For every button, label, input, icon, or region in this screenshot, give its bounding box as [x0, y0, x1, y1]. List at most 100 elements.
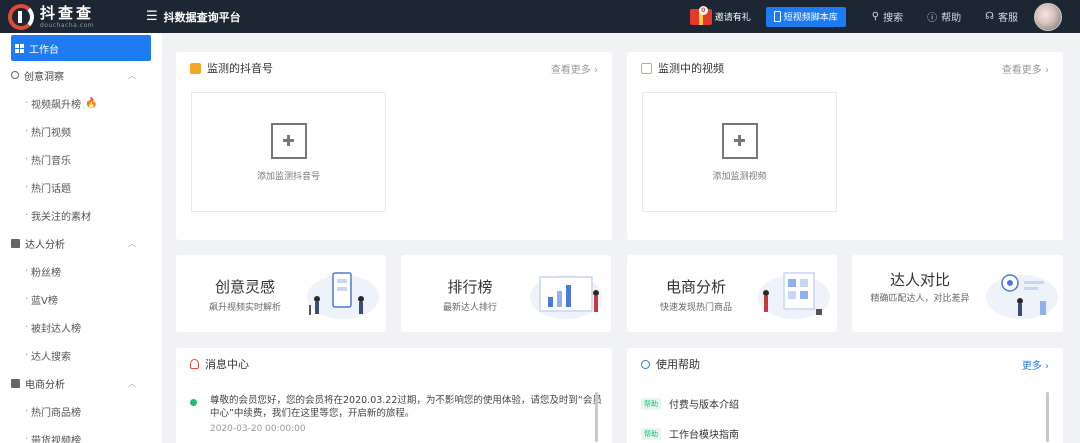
- chevron-right-icon: ›: [1045, 64, 1049, 76]
- sidebar-item-bluev-rank[interactable]: 蓝V榜: [0, 285, 162, 313]
- top-bar: 抖查查 douchacha.com ☰ 抖数据查询平台 0 邀请有礼 短视频脚本…: [0, 0, 1080, 33]
- message-item[interactable]: 尊敬的会员您好，您的会员将在2020.03.22过期，为不影响您的使用体验，请您…: [190, 394, 602, 434]
- feature-desc: 飙升视频实时解析: [208, 303, 281, 313]
- service-link[interactable]: ☊ 客服: [985, 9, 1018, 24]
- sidebar-group-creative[interactable]: 创意洞察 ︿: [0, 61, 162, 89]
- help-icon: ⓘ: [927, 13, 938, 24]
- search-link[interactable]: ⚲ 搜索: [872, 9, 903, 24]
- add-monitor-video-card[interactable]: 添加监测视频: [642, 92, 837, 212]
- feature-desc: 精确匹配达人，对比差异: [870, 294, 970, 304]
- view-more-label: 查看更多: [1001, 64, 1042, 76]
- sidebar-group-ecommerce[interactable]: 电商分析 ︿: [0, 369, 162, 397]
- feature-title: 排行榜: [447, 278, 493, 296]
- sidebar-item-label: 热门视频: [31, 127, 71, 139]
- feature-card-creative[interactable]: 创意灵感 飙升视频实时解析: [176, 255, 386, 332]
- help-item-label: 工作台模块指南: [669, 430, 739, 441]
- panel-title: 监测的抖音号: [207, 62, 273, 75]
- sidebar-item-fans-rank[interactable]: 粉丝榜: [0, 257, 162, 285]
- service-label: 客服: [998, 13, 1018, 24]
- chevron-up-icon: ︿: [128, 238, 136, 248]
- sidebar-item-hot-products[interactable]: 热门商品榜: [0, 397, 162, 425]
- monitor-accounts-panel: 监测的抖音号 查看更多 › 添加监测抖音号: [176, 52, 612, 240]
- panel-title: 监测中的视频: [658, 62, 724, 75]
- fire-icon: 🔥: [85, 97, 98, 109]
- add-monitor-video-label: 添加监测视频: [712, 171, 767, 182]
- sidebar: 工作台 创意洞察 ︿ 视频飙升榜 🔥 热门视频 热门音乐 热门话题 我关注的素材…: [0, 33, 162, 443]
- add-monitor-account-label: 添加监测抖音号: [256, 171, 320, 182]
- help-item-label: 付费与版本介绍: [669, 400, 739, 411]
- logo-icon: [8, 3, 34, 30]
- sidebar-item-label: 视频飙升榜: [31, 99, 81, 111]
- sidebar-item-label: 热门话题: [31, 183, 71, 195]
- message-time: 2020-03-20 00:00:00: [210, 424, 306, 434]
- sidebar-item-video-rising[interactable]: 视频飙升榜 🔥: [0, 89, 162, 117]
- creative-illustration-icon: [307, 272, 379, 319]
- chevron-up-icon: ︿: [128, 378, 136, 388]
- sidebar-item-label: 蓝V榜: [31, 295, 58, 307]
- sidebar-item-banned-rank[interactable]: 被封达人榜: [0, 313, 162, 341]
- video-icon: [641, 62, 652, 74]
- script-library-button[interactable]: 短视频脚本库: [765, 6, 846, 27]
- menu-toggle-icon[interactable]: ☰: [146, 9, 158, 24]
- grid-icon: [15, 43, 24, 53]
- sidebar-item-hot-music[interactable]: 热门音乐: [0, 145, 162, 173]
- sidebar-item-followed-materials[interactable]: 我关注的素材: [0, 201, 162, 229]
- sidebar-item-label: 热门音乐: [31, 155, 71, 167]
- ranking-illustration-icon: [530, 275, 602, 319]
- feature-title: 达人对比: [889, 271, 950, 289]
- feature-card-ecommerce[interactable]: 电商分析 快速发现热门商品: [627, 255, 837, 332]
- unread-dot-icon: [190, 399, 197, 406]
- help-label: 帮助: [941, 13, 962, 24]
- script-library-label: 短视频脚本库: [783, 13, 838, 23]
- help-tag: 帮助: [641, 427, 661, 440]
- sidebar-item-workbench[interactable]: 工作台: [11, 35, 151, 61]
- add-monitor-account-card[interactable]: 添加监测抖音号: [191, 92, 386, 212]
- help-item[interactable]: 帮助 付费与版本介绍: [641, 396, 739, 411]
- feature-card-compare[interactable]: 达人对比 精确匹配达人，对比差异: [852, 255, 1063, 332]
- sidebar-group-label: 电商分析: [25, 379, 65, 391]
- invite-label: 邀请有礼: [714, 13, 751, 23]
- sidebar-group-influencer[interactable]: 达人分析 ︿: [0, 229, 162, 257]
- panel-title: 消息中心: [205, 358, 249, 371]
- stack-icon: [190, 62, 201, 74]
- help-link[interactable]: ⓘ 帮助: [927, 9, 961, 24]
- view-more-label: 查看更多: [550, 64, 591, 76]
- gift-icon: 0: [689, 5, 712, 25]
- sidebar-item-selling-videos[interactable]: 带货视频榜: [0, 425, 162, 443]
- question-icon: [641, 359, 650, 369]
- message-scrollbar[interactable]: [595, 392, 598, 442]
- headset-icon: ☊: [985, 11, 994, 22]
- logo[interactable]: 抖查查 douchacha.com: [0, 3, 150, 30]
- help-scrollbar[interactable]: [1046, 392, 1049, 442]
- plus-icon: [721, 122, 758, 159]
- monitor-videos-panel: 监测中的视频 查看更多 › 添加监测视频: [627, 52, 1063, 240]
- sidebar-item-label: 热门商品榜: [31, 407, 81, 419]
- sidebar-item-label: 我关注的素材: [31, 211, 91, 223]
- message-center-panel: 消息中心 尊敬的会员您好，您的会员将在2020.03.22过期，为不影响您的使用…: [176, 348, 612, 443]
- help-item[interactable]: 帮助 工作台模块指南: [641, 426, 739, 441]
- compass-icon: [11, 71, 19, 79]
- sidebar-item-influencer-search[interactable]: 达人搜索: [0, 341, 162, 369]
- shop-icon: [11, 378, 20, 388]
- help-tag: 帮助: [641, 397, 661, 410]
- avatar[interactable]: [1034, 2, 1062, 31]
- plus-icon: [270, 122, 307, 159]
- search-icon: ⚲: [871, 11, 880, 22]
- chart-icon: [11, 238, 20, 248]
- sidebar-item-hot-videos[interactable]: 热门视频: [0, 117, 162, 145]
- view-more-link[interactable]: 查看更多 ›: [1002, 61, 1049, 76]
- chevron-right-icon: ›: [594, 64, 598, 76]
- help-more-link[interactable]: 更多 ›: [1022, 357, 1049, 372]
- sidebar-item-label: 粉丝榜: [31, 267, 61, 279]
- view-more-link[interactable]: 查看更多 ›: [551, 61, 598, 76]
- panel-title: 使用帮助: [656, 358, 700, 371]
- bell-icon: [190, 359, 199, 369]
- feature-card-ranking[interactable]: 排行榜 最新达人排行: [401, 255, 611, 332]
- platform-name: 抖数据查询平台: [163, 10, 241, 24]
- message-text: 尊敬的会员您好，您的会员将在2020.03.22过期，为不影响您的使用体验，请您…: [210, 395, 602, 419]
- feature-desc: 最新达人排行: [442, 303, 497, 313]
- sidebar-item-label: 被封达人榜: [31, 323, 81, 335]
- sidebar-item-hot-topics[interactable]: 热门话题: [0, 173, 162, 201]
- invite-link[interactable]: 0 邀请有礼: [689, 5, 751, 25]
- sidebar-group-label: 达人分析: [25, 239, 65, 251]
